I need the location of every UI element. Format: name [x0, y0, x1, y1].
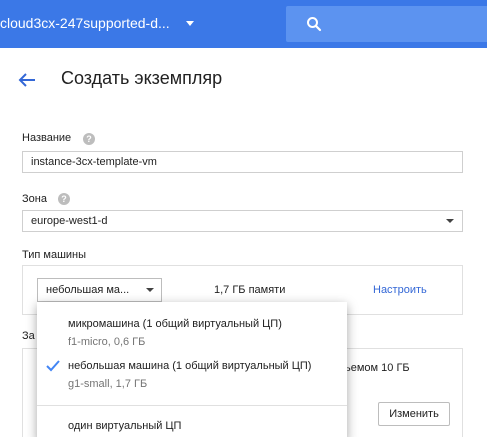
divider — [37, 405, 347, 406]
help-icon[interactable]: ? — [58, 193, 70, 205]
option-title: один виртуальный ЦП — [68, 420, 182, 432]
search-box[interactable] — [286, 6, 487, 42]
name-input[interactable]: instance-3cx-template-vm — [22, 151, 463, 173]
machine-type-select[interactable]: небольшая ма... — [37, 278, 162, 302]
name-label: Название — [22, 132, 72, 144]
boot-disk-label: За — [22, 330, 35, 342]
arrow-back-icon[interactable] — [17, 70, 37, 90]
customize-link[interactable]: Настроить — [373, 284, 427, 296]
machine-type-label: Тип машины — [22, 249, 87, 261]
page-title: Создать экземпляр — [61, 68, 223, 88]
caret-down-icon[interactable] — [186, 21, 194, 26]
caret-down-icon — [146, 288, 154, 292]
project-selector[interactable]: cloud3cx-247supported-d... — [0, 15, 170, 31]
help-icon[interactable]: ? — [83, 133, 95, 145]
machine-type-value: небольшая ма... — [46, 284, 130, 296]
option-subtitle: f1-micro, 0,6 ГБ — [68, 336, 146, 348]
zone-select[interactable]: europe-west1-d — [22, 210, 463, 232]
checkmark-icon — [46, 360, 60, 372]
memory-text: 1,7 ГБ памяти — [214, 284, 286, 296]
option-title: небольшая машина (1 общий виртуальный ЦП… — [68, 360, 312, 372]
project-name: cloud3cx-247supported-d... — [0, 15, 170, 31]
option-title: микромашина (1 общий виртуальный ЦП) — [68, 318, 282, 330]
option-subtitle: g1-small, 1,7 ГБ — [68, 378, 148, 390]
boot-disk-size: ьемом 10 ГБ — [345, 362, 410, 374]
search-icon — [307, 17, 322, 32]
zone-label: Зона — [22, 193, 47, 205]
top-bar: cloud3cx-247supported-d... — [0, 0, 487, 48]
machine-type-dropdown: микромашина (1 общий виртуальный ЦП) f1-… — [37, 302, 347, 437]
caret-down-icon — [446, 219, 454, 223]
change-button[interactable]: Изменить — [378, 402, 450, 426]
zone-value: europe-west1-d — [31, 215, 108, 227]
